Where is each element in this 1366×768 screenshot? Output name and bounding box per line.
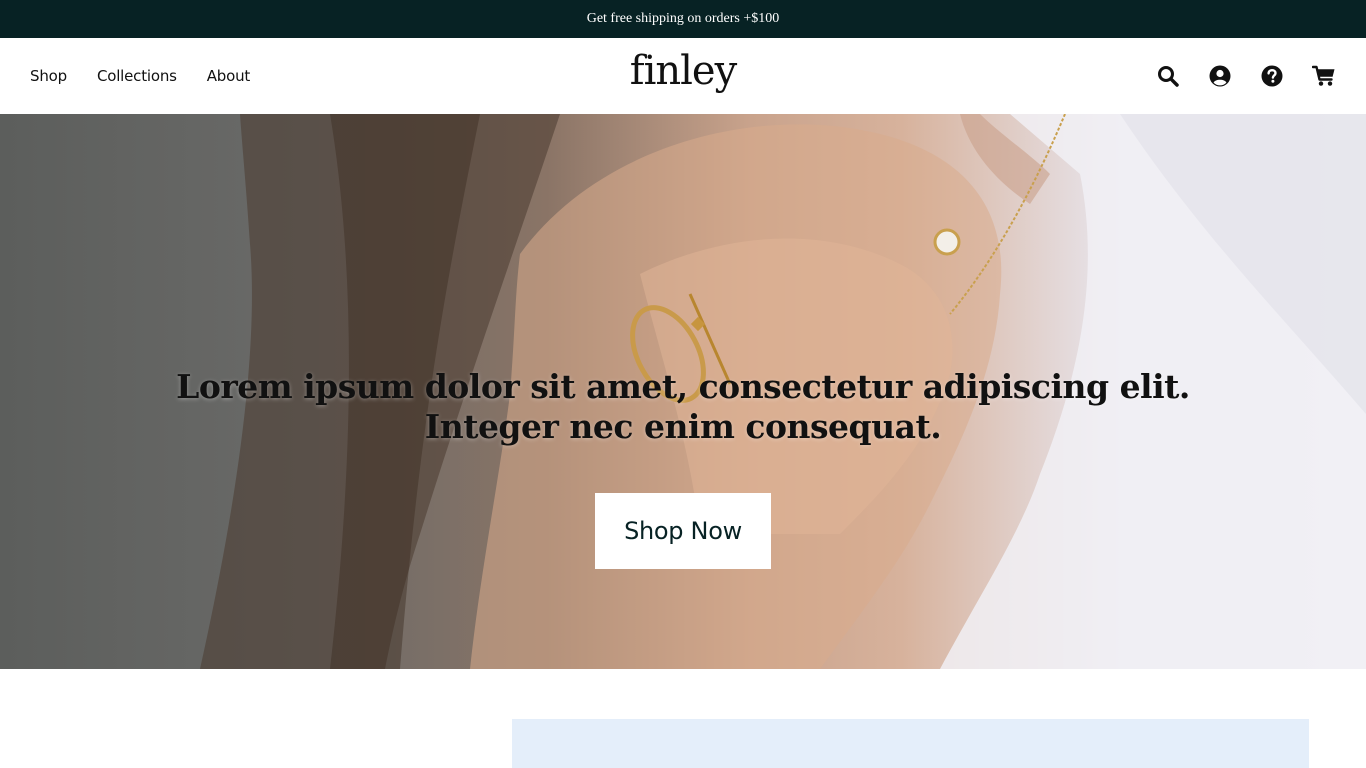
search-icon[interactable] <box>1156 64 1180 88</box>
promo-block <box>512 719 1309 768</box>
nav-link-about[interactable]: About <box>207 67 251 85</box>
nav-link-shop[interactable]: Shop <box>30 67 67 85</box>
account-icon[interactable] <box>1208 64 1232 88</box>
logo-text[interactable]: finley <box>630 48 737 94</box>
announcement-text: Get free shipping on orders +$100 <box>586 11 780 26</box>
hero-banner: Lorem ipsum dolor sit amet, consectetur … <box>0 114 1366 669</box>
cart-icon[interactable] <box>1312 64 1336 88</box>
main-nav: Shop Collections About <box>30 38 280 114</box>
hero-headline: Lorem ipsum dolor sit amet, consectetur … <box>176 367 1190 446</box>
shop-now-button[interactable]: Shop Now <box>595 493 771 569</box>
announcement-bar: Get free shipping on orders +$100 <box>0 0 1366 38</box>
nav-link-collections[interactable]: Collections <box>97 67 177 85</box>
header-icons <box>1128 38 1336 114</box>
site-header: Shop Collections About finley <box>0 38 1366 114</box>
help-icon[interactable] <box>1260 64 1284 88</box>
